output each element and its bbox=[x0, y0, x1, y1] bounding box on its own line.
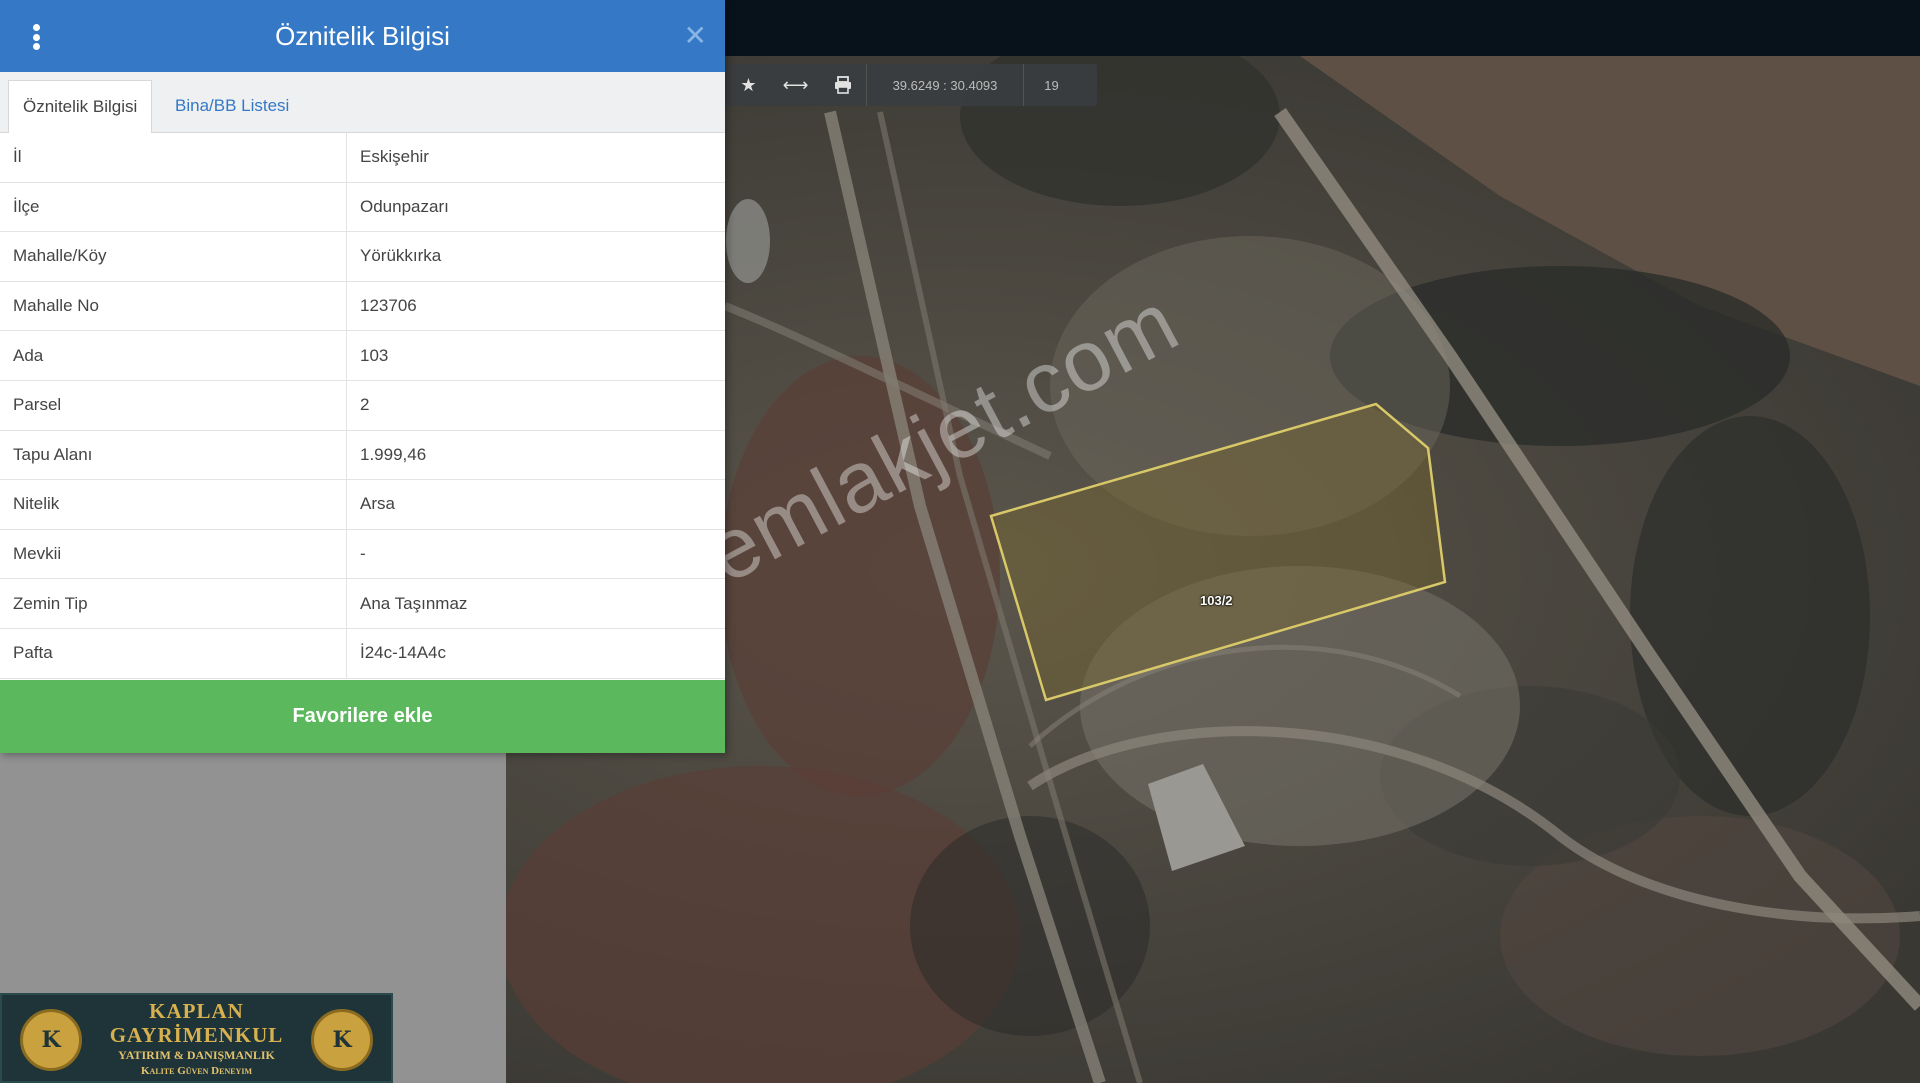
row-key: Pafta bbox=[0, 628, 347, 679]
table-row: Ada 103 bbox=[0, 330, 725, 381]
arrows-horizontal-icon[interactable]: ⟷ bbox=[772, 64, 819, 106]
row-key: Mahalle/Köy bbox=[0, 231, 347, 282]
zoom-level: 19 bbox=[1044, 77, 1059, 93]
logo-slogan: Kalite Güven Deneyim bbox=[140, 1065, 252, 1077]
coordinate-readout: 39.6249 : 30.4093 bbox=[866, 64, 1024, 106]
parcel-label: 103/2 bbox=[1200, 593, 1233, 608]
map-toolbar: ★ ⟷ 39.6249 : 30.4093 19 bbox=[725, 64, 1097, 106]
row-key: Ada bbox=[0, 330, 347, 381]
panel-header: Öznitelik Bilgisi ✕ bbox=[0, 0, 725, 72]
row-key: İlçe bbox=[0, 182, 347, 233]
table-row: İl Eskişehir bbox=[0, 133, 725, 183]
table-row: İlçe Odunpazarı bbox=[0, 182, 725, 233]
print-icon[interactable] bbox=[819, 64, 866, 106]
table-row: Mevkii - bbox=[0, 529, 725, 580]
row-key: Mevkii bbox=[0, 529, 347, 580]
table-row: Tapu Alanı 1.999,46 bbox=[0, 430, 725, 481]
row-value: Ana Taşınmaz bbox=[346, 578, 725, 629]
row-key: Mahalle No bbox=[0, 281, 347, 332]
table-row: Zemin Tip Ana Taşınmaz bbox=[0, 578, 725, 629]
row-key: Tapu Alanı bbox=[0, 430, 347, 481]
table-row: Mahalle No 123706 bbox=[0, 281, 725, 332]
table-row: Parsel 2 bbox=[0, 380, 725, 431]
table-row: Nitelik Arsa bbox=[0, 479, 725, 530]
row-value: 123706 bbox=[346, 281, 725, 332]
row-value: İ24c-14A4c bbox=[346, 628, 725, 679]
row-key: Zemin Tip bbox=[0, 578, 347, 629]
logo-name-line1: KAPLAN bbox=[149, 999, 244, 1023]
row-value: Yörükkırka bbox=[346, 231, 725, 282]
row-value: - bbox=[346, 529, 725, 580]
row-value: 1.999,46 bbox=[346, 430, 725, 481]
building-emblem-icon: K bbox=[311, 1009, 373, 1071]
panel-tabs: Öznitelik Bilgisi Bina/BB Listesi bbox=[0, 72, 725, 133]
row-value: 103 bbox=[346, 330, 725, 381]
close-icon[interactable]: ✕ bbox=[684, 18, 707, 54]
building-emblem-icon: K bbox=[20, 1009, 82, 1071]
add-to-favorites-button[interactable]: Favorilere ekle bbox=[0, 680, 725, 753]
row-key: İl bbox=[0, 133, 347, 183]
logo-name-line2: GAYRİMENKUL bbox=[109, 1023, 284, 1047]
row-key: Parsel bbox=[0, 380, 347, 431]
tab-attribute-info[interactable]: Öznitelik Bilgisi bbox=[8, 80, 153, 133]
company-logo: K KAPLAN GAYRİMENKUL YATIRIM & DANIŞMANL… bbox=[0, 993, 393, 1083]
panel-title: Öznitelik Bilgisi bbox=[275, 21, 450, 51]
logo-text: KAPLAN GAYRİMENKUL YATIRIM & DANIŞMANLIK… bbox=[90, 999, 303, 1079]
star-icon[interactable]: ★ bbox=[725, 64, 772, 106]
row-value: 2 bbox=[346, 380, 725, 431]
attribute-panel: Öznitelik Bilgisi ✕ Öznitelik Bilgisi Bi… bbox=[0, 0, 725, 753]
row-value: Eskişehir bbox=[346, 133, 725, 183]
row-key: Nitelik bbox=[0, 479, 347, 530]
tab-building-list[interactable]: Bina/BB Listesi bbox=[161, 80, 303, 132]
logo-subtitle: YATIRIM & DANIŞMANLIK bbox=[118, 1048, 275, 1062]
table-row: Pafta İ24c-14A4c bbox=[0, 628, 725, 679]
row-value: Odunpazarı bbox=[346, 182, 725, 233]
attribute-table: İl Eskişehir İlçe Odunpazarı Mahalle/Köy Yö… bbox=[0, 133, 725, 679]
table-row: Mahalle/Köy Yörükkırka bbox=[0, 231, 725, 282]
row-value: Arsa bbox=[346, 479, 725, 530]
